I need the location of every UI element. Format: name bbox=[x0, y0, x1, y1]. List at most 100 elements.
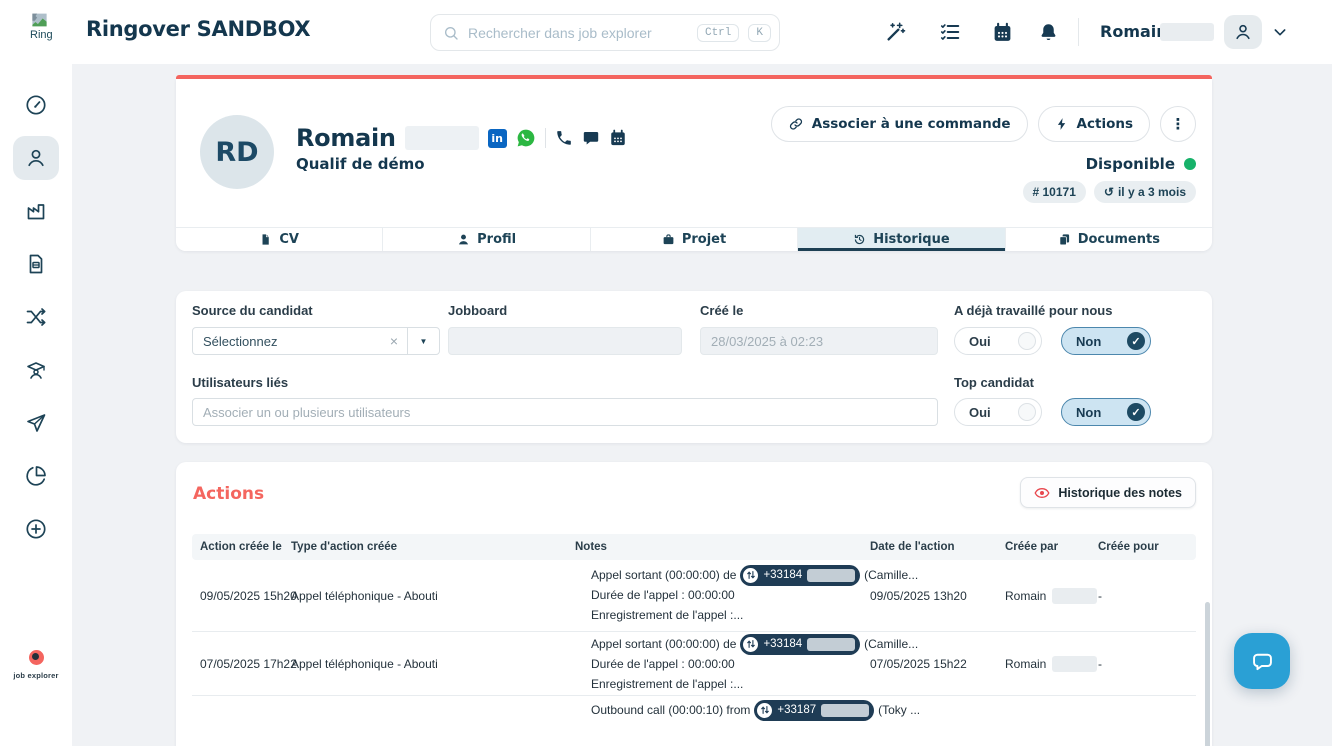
pie-chart-icon bbox=[24, 464, 48, 488]
chat-launcher-button[interactable] bbox=[1234, 633, 1290, 689]
availability-label: Disponible bbox=[1086, 155, 1175, 173]
whatsapp-icon[interactable] bbox=[516, 128, 536, 148]
shuffle-icon bbox=[24, 305, 48, 329]
cell-created-at: 07/05/2025 17h22 bbox=[200, 632, 297, 696]
eye-icon bbox=[1034, 485, 1050, 501]
worked-oui-toggle[interactable]: Oui bbox=[954, 327, 1042, 355]
source-select[interactable]: Sélectionnez × ▼ bbox=[192, 327, 440, 355]
magic-wand-icon[interactable] bbox=[884, 20, 908, 44]
tab-cv[interactable]: CV bbox=[176, 228, 383, 251]
task-list-icon[interactable] bbox=[938, 20, 962, 44]
user-lastname-redacted bbox=[1160, 23, 1214, 41]
graduate-icon bbox=[24, 358, 48, 382]
call-direction-icon bbox=[743, 637, 758, 652]
chevron-down-icon[interactable] bbox=[1272, 24, 1288, 40]
link-icon bbox=[788, 116, 804, 132]
tab-documents[interactable]: Documents bbox=[1006, 228, 1212, 251]
contact-divider bbox=[545, 128, 546, 148]
tab-projet[interactable]: Projet bbox=[591, 228, 798, 251]
gauge-icon bbox=[24, 93, 48, 117]
sidebar-item-statistics[interactable] bbox=[13, 454, 59, 498]
worked-for-us-label: A déjà travaillé pour nous bbox=[954, 303, 1112, 318]
brand-title: Ringover SANDBOX bbox=[86, 17, 310, 41]
jobboard-label: Jobboard bbox=[448, 303, 507, 318]
creator-lastname-redacted bbox=[1052, 656, 1097, 672]
worked-non-toggle[interactable]: Non✓ bbox=[1061, 327, 1151, 355]
calendar-icon[interactable] bbox=[990, 20, 1014, 44]
send-icon bbox=[24, 411, 48, 435]
user-avatar-button[interactable] bbox=[1224, 15, 1262, 49]
phone-number-pill[interactable]: +33184 bbox=[740, 565, 860, 586]
factory-icon bbox=[24, 199, 48, 223]
bell-icon[interactable] bbox=[1036, 20, 1060, 44]
candidate-subtitle: Qualif de démo bbox=[296, 155, 425, 173]
profile-tabs: CV Profil Projet Historique bbox=[176, 227, 1212, 251]
sidebar-item-create[interactable] bbox=[13, 507, 59, 551]
clear-icon[interactable]: × bbox=[381, 333, 407, 349]
table-scrollbar[interactable] bbox=[1205, 602, 1210, 746]
plus-circle-icon bbox=[24, 517, 48, 541]
app-logo[interactable]: Ring bbox=[30, 12, 76, 41]
sidebar-item-campaigns[interactable] bbox=[13, 401, 59, 445]
notes-history-button[interactable]: Historique des notes bbox=[1020, 477, 1196, 508]
chat-bubble-icon[interactable] bbox=[582, 129, 600, 147]
call-direction-icon bbox=[743, 568, 758, 583]
action-table-row[interactable]: Outbound call (00:00:10) from +33187 (To… bbox=[192, 696, 1196, 746]
main-content: RD Romain in Qualif de démo bbox=[72, 64, 1332, 746]
candidate-lastname-redacted bbox=[405, 126, 479, 150]
action-table-row[interactable]: 07/05/2025 17h22 Appel téléphonique - Ab… bbox=[192, 632, 1196, 696]
candidate-id-badge: # 10171 bbox=[1023, 181, 1086, 203]
job-explorer-label: job explorer bbox=[0, 671, 72, 680]
tab-historique[interactable]: Historique bbox=[798, 228, 1005, 251]
actions-history-card: Actions Historique des notes Action créé… bbox=[176, 462, 1212, 746]
shortcut-k-key: K bbox=[748, 24, 771, 42]
candidate-avatar: RD bbox=[200, 115, 274, 189]
cell-action-type: Appel téléphonique - Abouti bbox=[291, 560, 438, 632]
calendar-icon[interactable] bbox=[609, 129, 627, 147]
creator-lastname-redacted bbox=[1052, 588, 1097, 604]
sidebar-item-candidates[interactable] bbox=[13, 136, 59, 180]
top-non-toggle[interactable]: Non✓ bbox=[1061, 398, 1151, 426]
source-select-value: Sélectionnez bbox=[193, 334, 381, 349]
status-dot bbox=[1184, 158, 1196, 170]
copy-icon bbox=[1058, 233, 1071, 246]
notes-history-label: Historique des notes bbox=[1058, 486, 1182, 500]
created-input bbox=[700, 327, 938, 355]
chat-bubble-icon bbox=[1249, 648, 1276, 675]
jobboard-input bbox=[448, 327, 682, 355]
phone-icon[interactable] bbox=[555, 129, 573, 147]
search-input[interactable] bbox=[468, 25, 688, 41]
col-created-for: Créée pour bbox=[1098, 534, 1159, 560]
sidebar-item-companies[interactable] bbox=[13, 189, 59, 233]
call-direction-icon bbox=[757, 703, 772, 718]
cell-action-date: 09/05/2025 13h20 bbox=[870, 560, 967, 632]
dropdown-caret-icon[interactable]: ▼ bbox=[407, 328, 439, 354]
sidebar-item-documents[interactable] bbox=[13, 242, 59, 286]
action-table-row[interactable]: 09/05/2025 15h20 Appel téléphonique - Ab… bbox=[192, 560, 1196, 632]
history-icon: ↺ bbox=[1104, 185, 1114, 199]
document-icon bbox=[24, 252, 48, 276]
col-action-date: Date de l'action bbox=[870, 534, 955, 560]
linked-users-input[interactable] bbox=[192, 398, 938, 426]
more-options-button[interactable]: ⋮ bbox=[1160, 106, 1196, 142]
candidate-profile-card: RD Romain in Qualif de démo bbox=[176, 79, 1212, 251]
left-sidebar: job explorer bbox=[0, 64, 72, 746]
phone-number-pill[interactable]: +33184 bbox=[740, 634, 860, 655]
actions-button-label: Actions bbox=[1077, 116, 1133, 132]
associate-order-button[interactable]: Associer à une commande bbox=[771, 106, 1028, 142]
toggle-knob bbox=[1018, 403, 1036, 421]
phone-number-pill[interactable]: +33187 bbox=[754, 700, 874, 721]
sidebar-item-matching[interactable] bbox=[13, 295, 59, 339]
toggle-knob bbox=[1018, 332, 1036, 350]
cell-action-type: Appel téléphonique - Abouti bbox=[291, 632, 438, 696]
col-created-by: Créée par bbox=[1005, 534, 1058, 560]
tab-profil[interactable]: Profil bbox=[383, 228, 590, 251]
linked-users-label: Utilisateurs liés bbox=[192, 375, 288, 390]
global-search[interactable]: Ctrl K bbox=[430, 14, 780, 51]
logo-alt-text: Ring bbox=[30, 29, 76, 41]
linkedin-icon[interactable]: in bbox=[488, 129, 507, 148]
sidebar-item-talents[interactable] bbox=[13, 348, 59, 392]
top-oui-toggle[interactable]: Oui bbox=[954, 398, 1042, 426]
sidebar-item-dashboard[interactable] bbox=[13, 83, 59, 127]
actions-button[interactable]: Actions bbox=[1038, 106, 1150, 142]
